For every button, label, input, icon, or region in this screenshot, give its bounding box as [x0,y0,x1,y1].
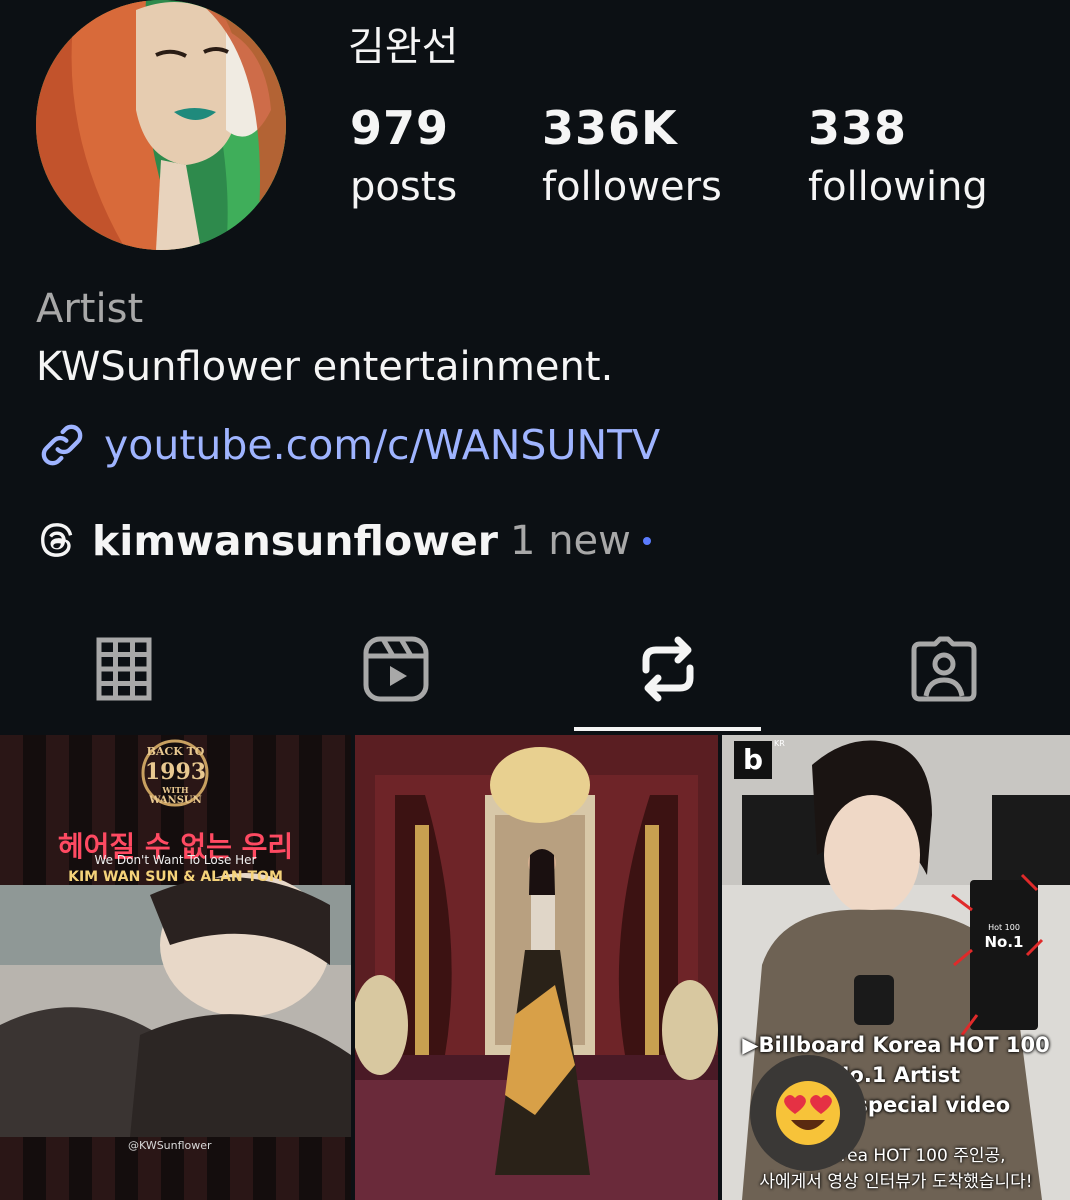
trophy-rank: No.1 [984,933,1024,951]
reels-icon [363,636,429,702]
profile-bio: KWSunflower entertainment. [36,344,614,390]
grid-icon [96,637,152,701]
trophy-title: Hot 100 [988,923,1020,932]
followers-label: followers [542,164,722,210]
profile-username: 김완선 [348,24,459,70]
tab-reels[interactable] [361,634,431,704]
link-icon [41,424,83,466]
tab-reposts[interactable] [633,634,703,704]
profile-category: Artist [36,286,144,332]
badge-year: 1993 [144,759,207,785]
post-3-line-5: 사에게서 영상 인터뷰가 도착했습니다! [759,1172,1033,1192]
external-link[interactable]: youtube.com/c/WANSUNTV [36,418,660,472]
post-1-credits: KIM WAN SUN & ALAN TOM [68,869,283,885]
new-dot [642,537,651,545]
badge-back-to: BACK TO [146,745,205,758]
following-count: 338 [808,101,908,155]
post-2-artwork [355,735,718,1200]
threads-badge[interactable]: kimwansunflower 1 new [36,514,651,568]
billboard-logo: b [734,741,772,779]
active-tab-indicator [574,727,761,731]
tagged-icon [911,636,977,702]
posts-label: posts [350,164,458,210]
link-text: youtube.com/c/WANSUNTV [104,421,661,469]
badge-with: WITH [162,785,189,795]
threads-handle: kimwansunflower [92,517,499,565]
tab-posts-grid[interactable] [89,634,159,704]
reposts-icon [642,636,694,702]
post-thumbnail-1[interactable]: BACK TO 1993 WITH WANSUN 헤어질 수 없는 우리 We … [0,735,351,1200]
followers-stat[interactable]: 336K followers [542,100,722,218]
threads-new-label: 1 new [510,518,631,564]
heart-eyes-emoji-icon [776,1081,840,1145]
post-1-subtitle: We Don't Want To Lose Her [94,853,257,867]
post-thumbnail-2[interactable] [355,735,718,1200]
profile-avatar[interactable] [36,0,286,250]
posts-stat[interactable]: 979 posts [350,100,457,218]
following-stat[interactable]: 338 following [808,100,988,218]
avatar-painting [36,0,286,250]
post-3-line-1: ▶Billboard Korea HOT 100 [742,1033,1050,1057]
post-1-watermark: @KWSunflower [128,1139,212,1152]
reaction-bubble[interactable] [750,1055,866,1171]
badge-name: WANSUN [149,795,202,806]
billboard-logo-kr: KR [774,739,785,748]
followers-count: 336K [542,101,678,155]
following-label: following [808,164,988,210]
threads-icon [41,523,73,557]
tab-tagged[interactable] [909,634,979,704]
posts-count: 979 [350,101,450,155]
